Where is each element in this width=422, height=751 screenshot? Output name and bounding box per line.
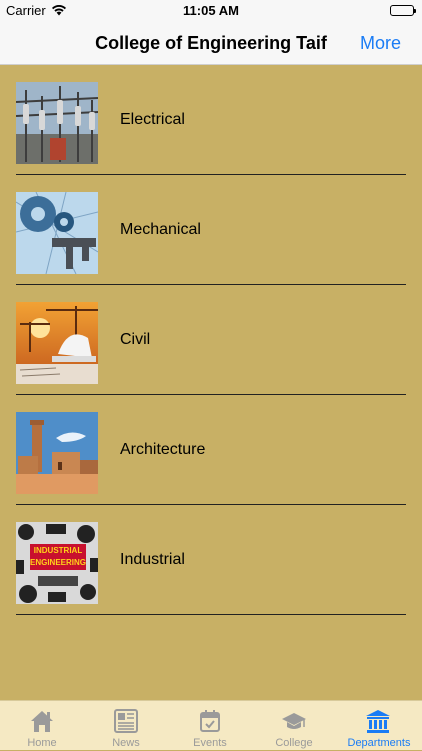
industrial-image-text: INDUSTRIAL — [34, 546, 83, 555]
tab-college[interactable]: College — [252, 701, 336, 751]
status-time: 11:05 AM — [183, 3, 239, 18]
department-row-mechanical[interactable]: Mechanical — [0, 175, 422, 285]
mechanical-thumbnail — [16, 192, 98, 274]
tab-label: Home — [27, 737, 57, 749]
more-button[interactable]: More — [360, 33, 401, 54]
department-list: Electrical Mechanical Civil Architecture… — [0, 65, 422, 615]
institution-icon — [364, 707, 392, 735]
department-label: Civil — [120, 331, 151, 348]
page-title: College of Engineering Taif — [95, 33, 327, 53]
department-label: Architecture — [120, 441, 206, 458]
status-bar: Carrier 11:05 AM — [0, 0, 422, 22]
tab-label: News — [112, 737, 140, 749]
tab-news[interactable]: News — [84, 701, 168, 751]
row-divider — [16, 614, 406, 615]
architecture-thumbnail — [16, 412, 98, 494]
tab-label: College — [275, 737, 313, 749]
department-label: Industrial — [120, 551, 185, 568]
tab-label: Departments — [347, 737, 411, 749]
department-row-electrical[interactable]: Electrical — [0, 65, 422, 175]
department-label: Mechanical — [120, 221, 201, 238]
department-label: Electrical — [120, 111, 185, 128]
electrical-thumbnail — [16, 82, 98, 164]
tab-events[interactable]: Events — [168, 701, 252, 751]
department-row-architecture[interactable]: Architecture — [0, 395, 422, 505]
graduation-cap-icon — [280, 707, 308, 735]
tab-home[interactable]: Home — [0, 701, 84, 751]
calendar-icon — [196, 707, 224, 735]
tab-bar: Home News Events College Departments — [0, 700, 422, 750]
newspaper-icon — [112, 707, 140, 735]
industrial-thumbnail: INDUSTRIAL ENGINEERING — [16, 522, 98, 604]
engineering-image-text: ENGINEERING — [30, 558, 86, 567]
battery-icon — [390, 5, 416, 16]
tab-departments[interactable]: Departments — [336, 701, 422, 751]
civil-thumbnail — [16, 302, 98, 384]
department-row-civil[interactable]: Civil — [0, 285, 422, 395]
house-icon — [28, 707, 56, 735]
navigation-bar: College of Engineering Taif More — [0, 22, 422, 65]
department-row-industrial[interactable]: INDUSTRIAL ENGINEERING Industrial — [0, 505, 422, 615]
tab-label: Events — [193, 737, 227, 749]
